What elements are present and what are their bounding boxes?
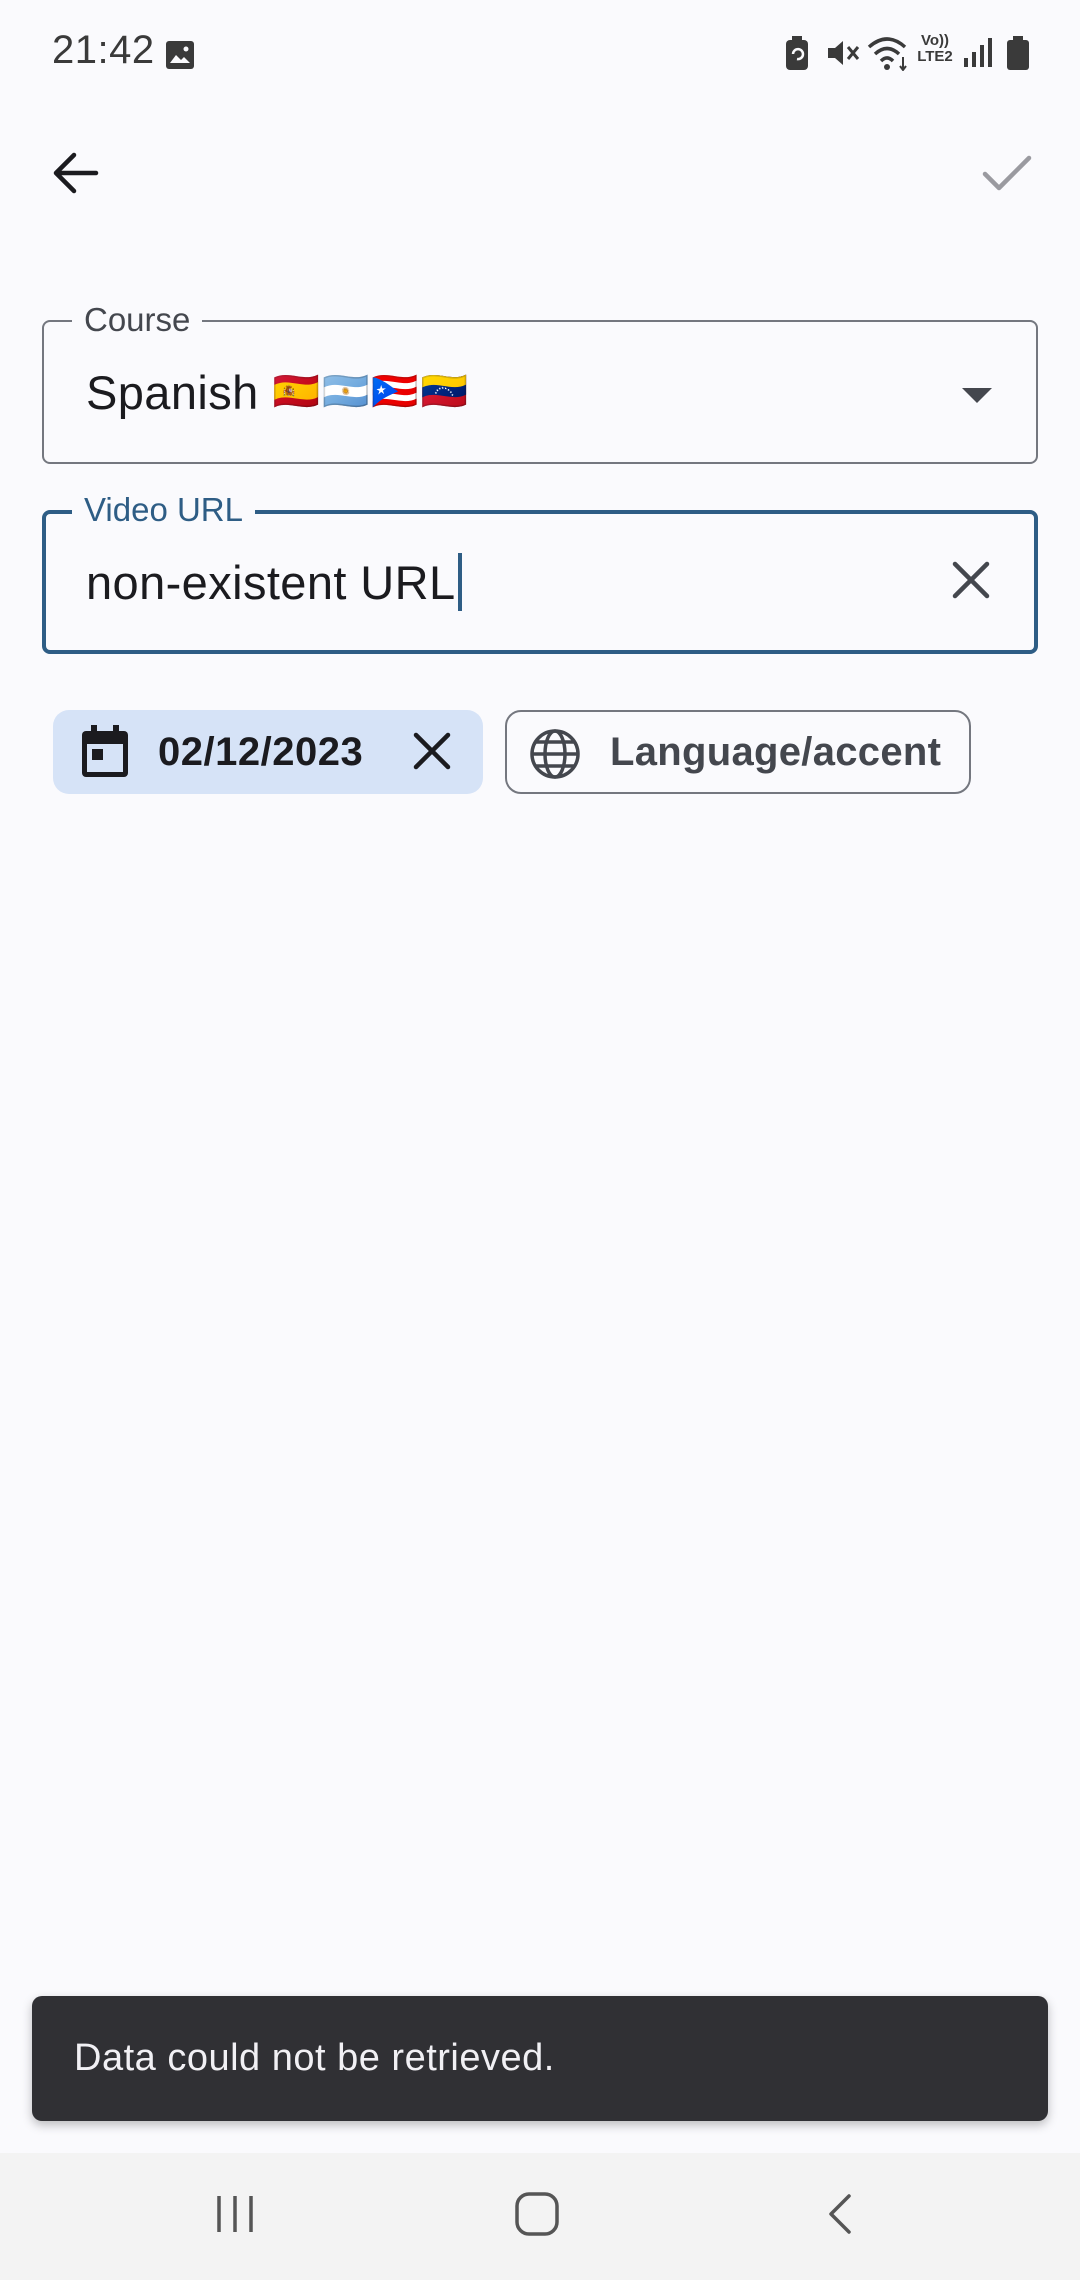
status-bar: 21:42 Vo)) LTE2 (0, 0, 1080, 110)
battery-icon (1006, 36, 1030, 75)
dropdown-arrow-icon (962, 388, 992, 403)
home-button[interactable] (500, 2183, 574, 2249)
video-url-text: non-existent URL (86, 555, 456, 609)
recent-apps-button[interactable] (200, 2183, 270, 2249)
close-icon (951, 560, 991, 605)
date-chip[interactable]: 02/12/2023 (53, 710, 483, 794)
course-value: Spanish 🇪🇸🇦🇷🇵🇷🇻🇪 (86, 322, 470, 462)
language-accent-chip[interactable]: Language/accent (505, 710, 971, 794)
video-url-field[interactable]: Video URL non-existent URL (42, 490, 1038, 654)
clear-date-icon[interactable] (411, 730, 453, 777)
mute-icon (826, 38, 860, 73)
snackbar: Data could not be retrieved. (32, 1996, 1048, 2121)
text-cursor (457, 553, 462, 611)
volte-icon: Vo)) LTE2 (917, 32, 953, 65)
back-button[interactable] (40, 140, 110, 210)
snackbar-message: Data could not be retrieved. (74, 2037, 555, 2079)
recent-apps-icon (213, 2194, 257, 2239)
globe-icon (529, 728, 581, 785)
course-dropdown[interactable]: Course Spanish 🇪🇸🇦🇷🇵🇷🇻🇪 (42, 300, 1038, 464)
image-icon (165, 40, 195, 75)
home-icon (514, 2191, 560, 2242)
language-accent-label: Language/accent (610, 729, 942, 774)
course-name: Spanish (86, 365, 259, 419)
status-time: 21:42 (52, 28, 155, 72)
course-flags: 🇪🇸🇦🇷🇵🇷🇻🇪 (272, 371, 470, 413)
arrow-back-icon (50, 151, 100, 200)
check-icon (982, 154, 1032, 197)
calendar-icon (79, 725, 131, 784)
system-nav-bar (0, 2153, 1080, 2280)
video-url-value: non-existent URL (86, 514, 462, 650)
save-button[interactable] (970, 140, 1044, 210)
back-icon (825, 2192, 855, 2241)
signal-icon (962, 36, 996, 73)
date-chip-label: 02/12/2023 (158, 729, 364, 774)
battery-saver-icon (785, 36, 809, 75)
wifi-icon (867, 35, 911, 76)
nav-back-button[interactable] (810, 2183, 870, 2249)
clear-url-button[interactable] (936, 542, 1006, 622)
